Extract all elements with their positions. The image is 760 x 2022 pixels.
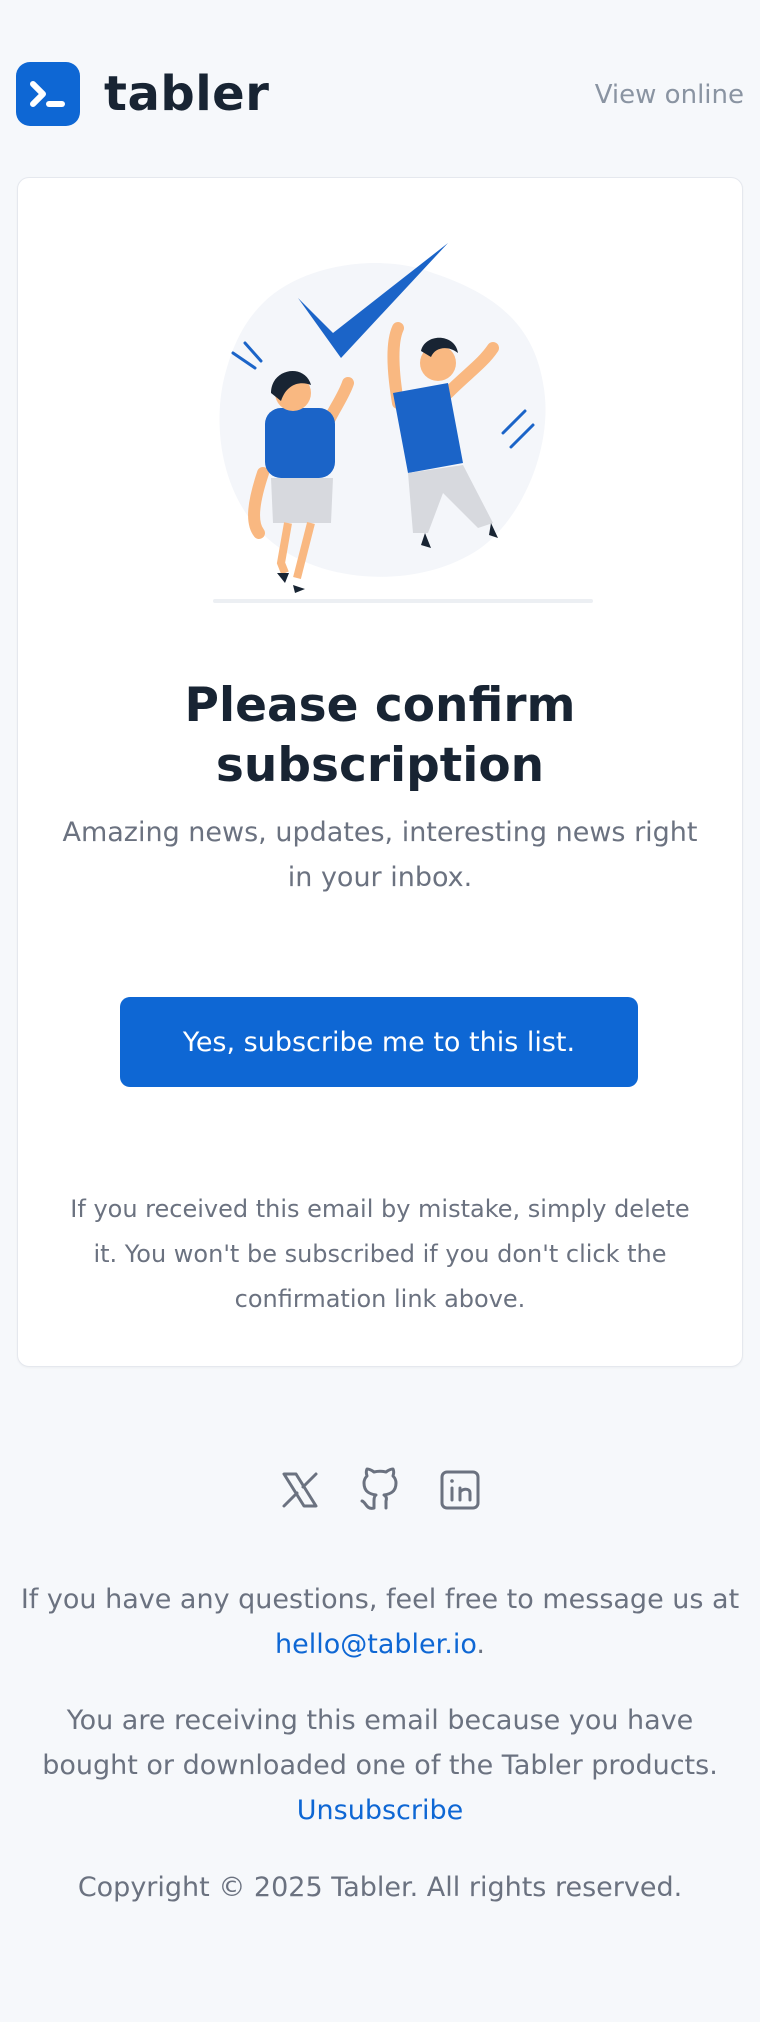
- terminal-icon: [16, 62, 80, 126]
- tabler-logo[interactable]: tabler: [16, 62, 269, 126]
- email-header: tabler View online: [16, 62, 744, 128]
- receiving-paragraph: You are receiving this email because you…: [16, 1698, 744, 1833]
- title-line-2: subscription: [215, 738, 545, 793]
- questions-text: If you have any questions, feel free to …: [20, 1584, 740, 1615]
- subtitle-text: Amazing news, updates, interesting news …: [62, 817, 698, 893]
- questions-paragraph: If you have any questions, feel free to …: [16, 1577, 744, 1667]
- brand-name: tabler: [104, 66, 270, 122]
- disclaimer-text: If you received this email by mistake, s…: [70, 1195, 690, 1313]
- linkedin-icon[interactable]: [436, 1466, 484, 1514]
- receiving-text: You are receiving this email because you…: [42, 1705, 718, 1781]
- view-online-link[interactable]: View online: [595, 80, 744, 110]
- page-title: Please confirm subscription: [18, 676, 742, 796]
- email-suffix: .: [476, 1629, 485, 1660]
- celebration-illustration: [213, 243, 593, 603]
- copyright-text: Copyright © 2025 Tabler. All rights rese…: [77, 1872, 683, 1903]
- contact-email-link[interactable]: hello@tabler.io: [275, 1629, 476, 1660]
- confirmation-card: Please confirm subscription Amazing news…: [17, 177, 743, 1367]
- github-icon[interactable]: [356, 1466, 404, 1514]
- subscribe-button[interactable]: Yes, subscribe me to this list.: [120, 997, 638, 1087]
- social-links: [276, 1466, 484, 1514]
- title-line-1: Please confirm: [184, 678, 576, 733]
- unsubscribe-link[interactable]: Unsubscribe: [297, 1795, 463, 1826]
- x-icon[interactable]: [276, 1466, 324, 1514]
